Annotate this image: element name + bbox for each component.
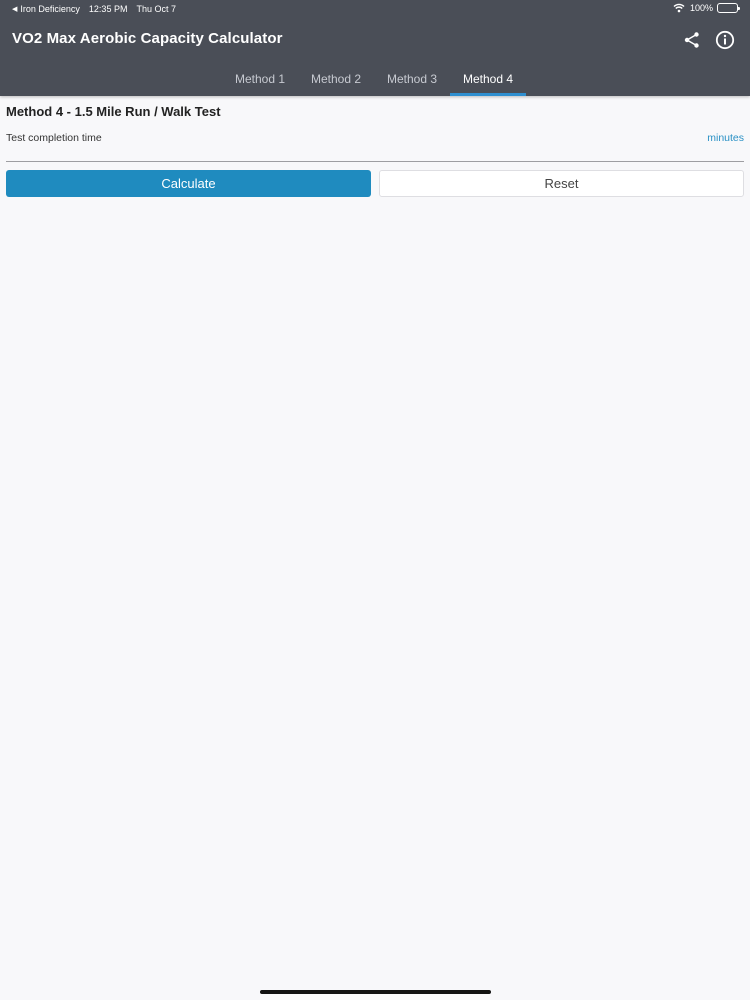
battery-icon (717, 3, 740, 13)
completion-time-unit: minutes (707, 132, 744, 144)
tab-method-4[interactable]: Method 4 (450, 62, 526, 96)
back-arrow-icon[interactable]: ◀ (12, 5, 17, 13)
share-icon[interactable] (681, 29, 703, 51)
page-title: VO2 Max Aerobic Capacity Calculator (12, 30, 283, 47)
app-header: ◀ Iron Deficiency 12:35 PM Thu Oct 7 100… (0, 0, 750, 96)
wifi-icon (673, 3, 685, 13)
battery-percentage: 100% (689, 3, 713, 13)
reset-button[interactable]: Reset (379, 170, 744, 197)
info-icon[interactable] (714, 29, 736, 51)
tab-method-2[interactable]: Method 2 (298, 62, 374, 96)
header-actions (670, 29, 736, 51)
completion-time-field: Test completion time minutes (6, 130, 744, 162)
calculate-button[interactable]: Calculate (6, 170, 371, 197)
section-title: Method 4 - 1.5 Mile Run / Walk Test (6, 104, 221, 119)
status-left: ◀ Iron Deficiency 12:35 PM Thu Oct 7 (12, 4, 176, 14)
status-date: Thu Oct 7 (136, 4, 176, 14)
method-tabs: Method 1 Method 2 Method 3 Method 4 (222, 62, 526, 96)
back-to-app-label[interactable]: Iron Deficiency (20, 4, 80, 14)
status-right: 100% (673, 3, 740, 13)
status-time: 12:35 PM (88, 4, 128, 14)
main-content: Method 4 - 1.5 Mile Run / Walk Test Test… (6, 104, 744, 197)
home-indicator[interactable] (260, 990, 491, 994)
tab-method-1[interactable]: Method 1 (222, 62, 298, 96)
completion-time-input[interactable] (156, 130, 696, 156)
action-buttons: Calculate Reset (6, 170, 744, 197)
status-bar: ◀ Iron Deficiency 12:35 PM Thu Oct 7 100… (0, 0, 750, 18)
completion-time-label: Test completion time (6, 132, 102, 144)
tab-method-3[interactable]: Method 3 (374, 62, 450, 96)
